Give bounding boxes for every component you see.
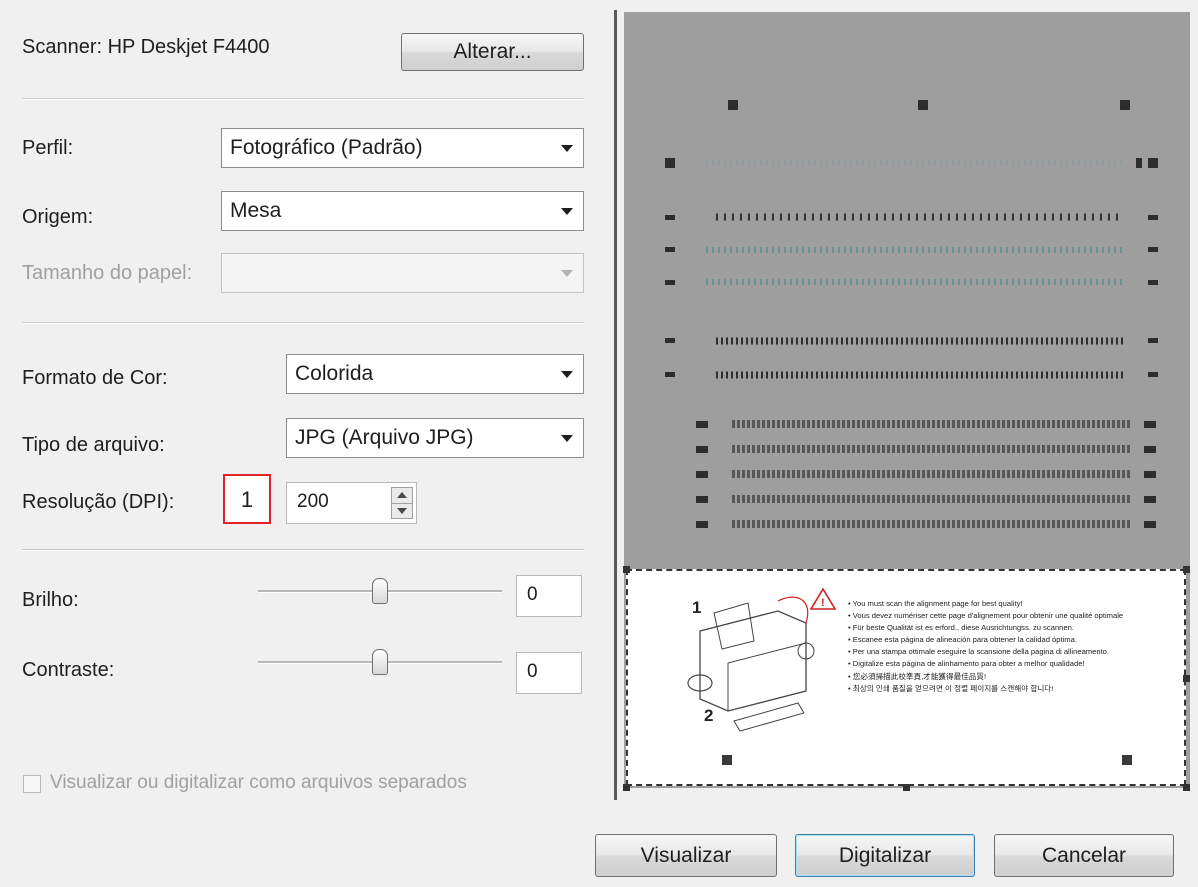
paper-size-label: Tamanho do papel:	[22, 262, 193, 284]
scan-selection-area[interactable]: 1 2 ! • You must scan the alignment page…	[626, 569, 1186, 786]
contrast-input[interactable]: 0	[516, 652, 582, 694]
spinner-divider	[392, 503, 412, 504]
preview-button[interactable]: Visualizar	[595, 834, 777, 877]
resolution-value: 200	[297, 491, 329, 512]
alignment-mark	[1122, 755, 1132, 765]
selection-handle[interactable]	[903, 784, 910, 791]
callout-marker: 1	[223, 474, 271, 524]
source-label: Origem:	[22, 206, 94, 228]
color-format-label: Formato de Cor:	[22, 367, 168, 389]
paper-size-select	[221, 253, 584, 293]
brightness-slider-thumb[interactable]	[372, 578, 388, 604]
selection-handle[interactable]	[1183, 675, 1190, 682]
file-type-label: Tipo de arquivo:	[22, 434, 165, 456]
alignment-mark	[722, 755, 732, 765]
separate-files-label: Visualizar ou digitalizar como arquivos …	[50, 772, 467, 793]
separator	[22, 322, 584, 324]
profile-value: Fotográfico (Padrão)	[230, 136, 423, 159]
change-scanner-button[interactable]: Alterar...	[401, 33, 584, 71]
spin-up-icon[interactable]	[397, 492, 407, 498]
file-type-value: JPG (Arquivo JPG)	[295, 426, 474, 449]
brightness-label: Brilho:	[22, 589, 79, 611]
svg-text:!: !	[821, 597, 825, 609]
instruction-line: • Für beste Qualität ist es erford., die…	[848, 623, 1074, 632]
instruction-line: • Vous devez numériser cette page d'alig…	[848, 611, 1124, 620]
source-value: Mesa	[230, 199, 282, 222]
source-select[interactable]: Mesa	[221, 191, 584, 231]
alignment-pattern	[665, 100, 1158, 528]
separator	[22, 98, 584, 100]
printer-step-2: 2	[704, 706, 713, 725]
profile-label: Perfil:	[22, 137, 74, 159]
contrast-slider-thumb[interactable]	[372, 649, 388, 675]
instruction-line: • Digitalize esta página de alinhamento …	[848, 659, 1085, 668]
brightness-value: 0	[527, 584, 538, 605]
instruction-line: • Escanee esta página de alineación para…	[848, 635, 1077, 644]
selection-handle[interactable]	[623, 566, 630, 573]
selection-handle[interactable]	[1183, 566, 1190, 573]
brightness-input[interactable]: 0	[516, 575, 582, 617]
scan-button[interactable]: Digitalizar	[795, 834, 975, 877]
instruction-line: • 최상의 인쇄 품질을 얻으려면 이 정렬 페이지를 스캔해야 합니다!	[848, 684, 1054, 693]
cancel-button[interactable]: Cancelar	[994, 834, 1174, 877]
preview-divider	[614, 10, 617, 800]
separate-files-checkbox[interactable]	[23, 775, 41, 793]
chevron-down-icon	[561, 435, 573, 442]
chevron-down-icon	[561, 371, 573, 378]
spin-down-icon[interactable]	[397, 508, 407, 514]
color-format-value: Colorida	[295, 362, 374, 385]
chevron-down-icon	[561, 208, 573, 215]
color-format-select[interactable]: Colorida	[286, 354, 584, 394]
chevron-down-icon	[561, 270, 573, 277]
selection-handle[interactable]	[1183, 784, 1190, 791]
instruction-line: • Per una stampa ottimale eseguire la sc…	[848, 647, 1110, 656]
instruction-line: • 您必須掃描此校準頁,才能獲得最佳品質!	[848, 672, 987, 681]
scanner-name: Scanner: HP Deskjet F4400	[22, 36, 270, 58]
file-type-select[interactable]: JPG (Arquivo JPG)	[286, 418, 584, 458]
instruction-line: • You must scan the alignment page for b…	[848, 599, 1023, 608]
separator	[22, 549, 584, 551]
resolution-spinner[interactable]	[391, 487, 413, 519]
contrast-value: 0	[527, 661, 538, 682]
selection-handle[interactable]	[623, 784, 630, 791]
profile-select[interactable]: Fotográfico (Padrão)	[221, 128, 584, 168]
printer-step-1: 1	[692, 598, 701, 617]
contrast-label: Contraste:	[22, 659, 115, 681]
resolution-label: Resolução (DPI):	[22, 491, 175, 513]
chevron-down-icon	[561, 145, 573, 152]
